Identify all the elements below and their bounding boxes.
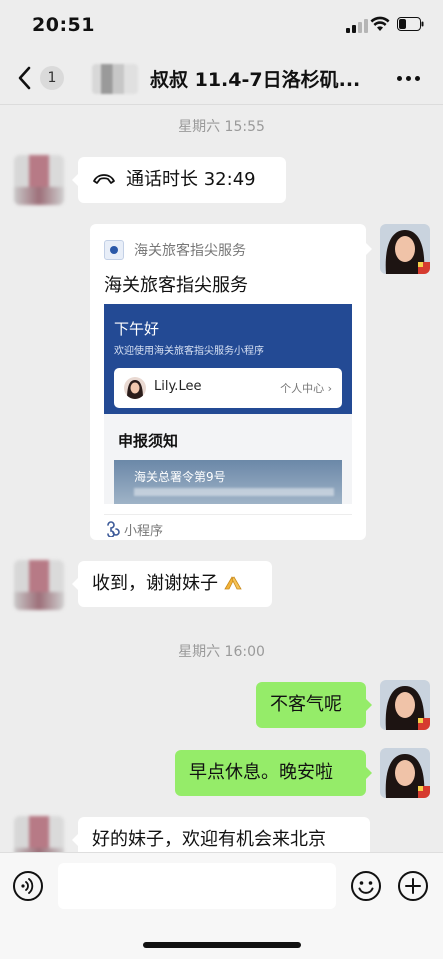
contact-name-blurred — [92, 64, 138, 94]
emoji-icon[interactable] — [350, 870, 382, 902]
preview-image-caption: 海关总署令第9号 — [134, 470, 226, 484]
received-message-bubble[interactable]: 收到，谢谢妹子 — [72, 561, 272, 607]
preview-welcome: 欢迎使用海关旅客指尖服务小程序 — [114, 346, 264, 357]
customs-logo-icon — [104, 240, 124, 260]
preview-greeting: 下午好 — [114, 320, 160, 338]
preview-banner: 下午好 欢迎使用海关旅客指尖服务小程序 Lily.Lee 个人中心 › — [104, 304, 352, 414]
preview-user-center: 个人中心 › — [280, 382, 332, 395]
message-input[interactable] — [58, 863, 336, 909]
phone-hangup-icon — [93, 174, 115, 184]
sent-message-bubble[interactable]: 不客气呢 — [256, 682, 372, 728]
call-record-bubble[interactable]: 通话时长 32:49 — [72, 157, 286, 203]
folded-hands-emoji-icon — [224, 576, 242, 590]
chevron-left-icon[interactable] — [16, 64, 34, 92]
contact-avatar[interactable] — [14, 560, 64, 610]
wifi-icon — [370, 16, 390, 31]
preview-user-row: Lily.Lee 个人中心 › — [114, 368, 342, 408]
home-indicator[interactable] — [143, 942, 301, 948]
card-source: 海关旅客指尖服务 — [134, 243, 246, 259]
card-title: 海关旅客指尖服务 — [104, 275, 248, 296]
my-avatar[interactable] — [380, 224, 430, 274]
message-text: 早点休息。晚安啦 — [189, 762, 333, 783]
preview-notice-image: 海关总署令第9号 — [114, 460, 342, 504]
chat-header: 1 叔叔 11.4-7日洛杉矶... — [0, 52, 443, 105]
sent-message-bubble[interactable]: 早点休息。晚安啦 — [175, 750, 372, 796]
my-avatar[interactable] — [380, 680, 430, 730]
timestamp: 星期六 16:00 — [178, 644, 265, 660]
message-text: 收到，谢谢妹子 — [92, 573, 218, 594]
unread-count-badge[interactable]: 1 — [40, 66, 64, 90]
contact-avatar[interactable] — [14, 155, 64, 205]
card-divider — [104, 514, 352, 515]
preview-image-subtext — [134, 488, 334, 496]
more-horizontal-icon[interactable] — [397, 76, 421, 82]
preview-user-name: Lily.Lee — [154, 379, 202, 394]
my-avatar[interactable] — [380, 748, 430, 798]
battery-icon — [397, 17, 424, 31]
signal-icon — [346, 19, 368, 33]
mini-program-card[interactable]: 海关旅客指尖服务 海关旅客指尖服务 下午好 欢迎使用海关旅客指尖服务小程序 Li… — [90, 224, 372, 540]
call-duration-text: 通话时长 32:49 — [126, 169, 256, 190]
preview-user-avatar — [124, 377, 146, 399]
plus-icon[interactable] — [397, 870, 429, 902]
voice-icon[interactable] — [12, 870, 44, 902]
message-text: 不客气呢 — [270, 694, 342, 715]
input-bar — [0, 852, 443, 959]
status-time: 20:51 — [32, 14, 95, 36]
card-preview: 下午好 欢迎使用海关旅客指尖服务小程序 Lily.Lee 个人中心 › 申报须知… — [104, 304, 352, 504]
status-bar: 20:51 — [0, 0, 443, 52]
timestamp: 星期六 15:55 — [178, 119, 265, 135]
chat-title: 叔叔 11.4-7日洛杉矶... — [150, 69, 361, 91]
message-text: 好的妹子，欢迎有机会来北京 — [92, 829, 326, 850]
card-footer-label: 小程序 — [124, 524, 164, 539]
mini-program-icon — [107, 521, 120, 537]
preview-notice-title: 申报须知 — [118, 432, 179, 450]
